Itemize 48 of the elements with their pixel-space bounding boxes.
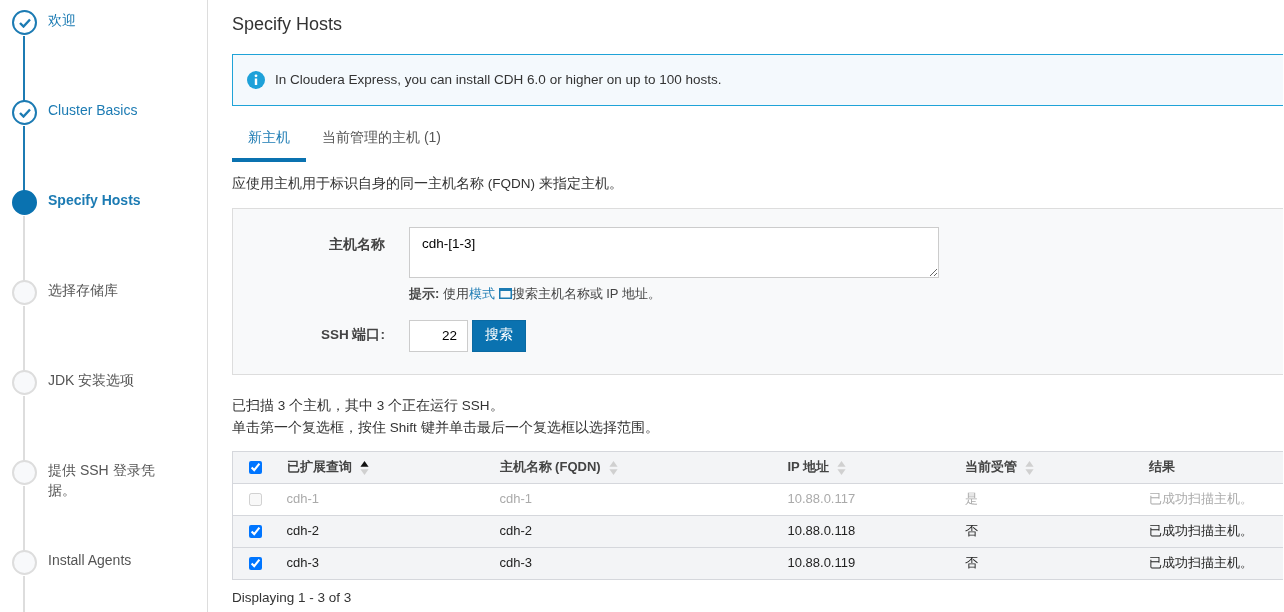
- pattern-link[interactable]: 模式: [468, 286, 495, 302]
- field-label: 主机名称: [328, 236, 386, 255]
- table-cell: cdh-1: [499, 491, 533, 507]
- column-header[interactable]: 已扩展查询: [286, 459, 352, 475]
- column-header[interactable]: 主机名称 (FQDN): [499, 459, 601, 475]
- table-cell: 10.88.0.119: [787, 555, 856, 571]
- table-cell: cdh-2: [286, 523, 320, 539]
- hostname-field[interactable]: cdh-[1-3]: [409, 227, 939, 279]
- table-cell: 否: [964, 523, 978, 539]
- summary-text: 已扫描 3 个主机，其中 3 个正在运行 SSH。: [232, 396, 505, 415]
- table-cell: 已成功扫描主机。: [1148, 523, 1253, 539]
- search-button[interactable]: 搜索: [472, 319, 526, 352]
- table-cell: 是: [964, 491, 978, 507]
- table-cell: 10.88.0.118: [787, 523, 856, 539]
- table-cell: cdh-2: [499, 523, 533, 539]
- row-checkbox[interactable]: [249, 525, 262, 539]
- tab[interactable]: 新主机: [232, 119, 306, 162]
- column-header[interactable]: 结果: [1148, 459, 1175, 475]
- tab[interactable]: 当前管理的主机 (1): [306, 119, 457, 162]
- pagination-text: Displaying 1 - 3 of 3: [232, 588, 353, 607]
- step-label: 提供 SSH 登录凭据。: [48, 461, 156, 500]
- table-cell: cdh-3: [499, 555, 533, 571]
- column-header[interactable]: 当前受管: [964, 459, 1017, 475]
- sort-icon[interactable]: [359, 460, 369, 475]
- alert-text: In Cloudera Express, you can install CDH 6.0 or higher on up to 100 hosts.: [275, 70, 722, 89]
- column-header[interactable]: IP 地址: [787, 459, 830, 475]
- step-label[interactable]: 欢迎: [48, 10, 168, 30]
- select-all-checkbox[interactable]: [249, 461, 262, 475]
- info-icon: [247, 70, 265, 89]
- table-cell: 10.88.0.117: [787, 491, 856, 507]
- port-field[interactable]: 22: [409, 319, 468, 352]
- step-label: JDK 安装选项: [48, 371, 136, 390]
- hint-text: 提示: 使用模式 搜索主机名称或 IP 地址。: [409, 285, 662, 304]
- row-checkbox[interactable]: [249, 557, 262, 571]
- description-text: 应使用主机用于标识自身的同一主机名称 (FQDN) 来指定主机。: [232, 174, 624, 193]
- window-icon: [498, 288, 512, 300]
- page-title: Specify Hosts: [232, 14, 344, 36]
- table-cell: 否: [964, 555, 978, 571]
- step-label: Install Agents: [48, 551, 133, 570]
- tip-text: 单击第一个复选框，按住 Shift 键并单击最后一个复选框以选择范围。: [232, 418, 660, 437]
- table-cell: cdh-1: [286, 491, 320, 507]
- step-label: Specify Hosts: [48, 191, 142, 210]
- table-cell: 已成功扫描主机。: [1148, 555, 1253, 571]
- step-label: 选择存储库: [48, 281, 119, 300]
- field-label: SSH 端口:: [320, 326, 386, 345]
- table-cell: cdh-3: [286, 555, 320, 571]
- table-cell: 已成功扫描主机。: [1148, 491, 1253, 507]
- step-label[interactable]: Cluster Basics: [48, 100, 168, 120]
